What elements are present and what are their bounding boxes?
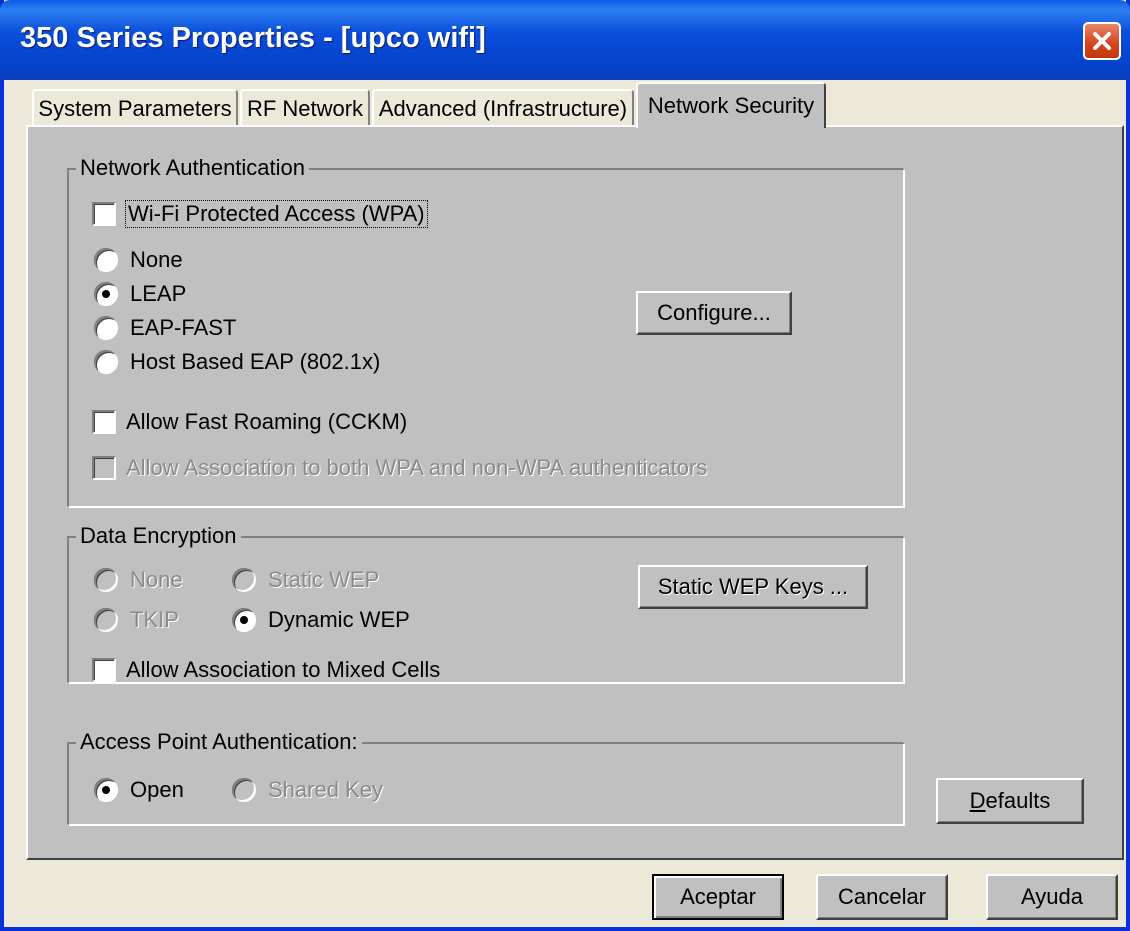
- network-security-panel: Network Authentication Wi-Fi Protected A…: [26, 125, 1124, 860]
- fast-roaming-label: Allow Fast Roaming (CCKM): [126, 409, 408, 434]
- radio-dot[interactable]: [232, 608, 256, 632]
- tab-system-parameters[interactable]: System Parameters: [32, 89, 238, 126]
- tab-strip: System Parameters RF Network Advanced (I…: [4, 80, 1126, 128]
- ap-shared-key-label: Shared Key: [268, 777, 383, 802]
- enc-dynamic-wep-label: Dynamic WEP: [268, 607, 410, 632]
- auth-leap-label: LEAP: [130, 281, 187, 306]
- defaults-mnemonic: D: [969, 788, 986, 813]
- ap-shared-key-radio: Shared Key: [232, 777, 383, 803]
- auth-none-radio[interactable]: None: [94, 247, 183, 273]
- title-bar[interactable]: 350 Series Properties - [upco wifi]: [0, 0, 1130, 80]
- enc-tkip-radio: TKIP: [94, 607, 179, 633]
- auth-host-based-eap-label: Host Based EAP (802.1x): [130, 349, 381, 374]
- checkbox-box[interactable]: [92, 202, 116, 226]
- dialog-button-bar: Aceptar Cancelar Ayuda: [4, 860, 1126, 931]
- auth-host-based-eap-radio[interactable]: Host Based EAP (802.1x): [94, 349, 380, 375]
- ok-button[interactable]: Aceptar: [652, 874, 784, 920]
- network-authentication-group: Network Authentication Wi-Fi Protected A…: [68, 155, 904, 507]
- radio-dot: [94, 608, 118, 632]
- defaults-label: efaults: [985, 788, 1051, 813]
- radio-dot[interactable]: [94, 316, 118, 340]
- cancel-button[interactable]: Cancelar: [816, 874, 948, 920]
- tab-advanced-infrastructure[interactable]: Advanced (Infrastructure): [372, 89, 634, 126]
- wpa-label: Wi-Fi Protected Access (WPA): [125, 200, 428, 228]
- radio-dot: [232, 778, 256, 802]
- defaults-button[interactable]: Defaults: [936, 778, 1084, 824]
- mixed-auth-checkbox: Allow Association to both WPA and non-WP…: [92, 455, 707, 481]
- mixed-auth-label: Allow Association to both WPA and non-WP…: [126, 455, 708, 480]
- data-encryption-legend: Data Encryption: [76, 523, 241, 549]
- configure-button[interactable]: Configure...: [636, 291, 792, 335]
- radio-dot: [232, 568, 256, 592]
- enc-dynamic-wep-radio[interactable]: Dynamic WEP: [232, 607, 410, 633]
- ap-authentication-group: Access Point Authentication: Open Shared…: [68, 729, 904, 825]
- data-encryption-group: Data Encryption None Static WEP TKIP Dyn…: [68, 523, 904, 683]
- wpa-checkbox[interactable]: Wi-Fi Protected Access (WPA): [92, 200, 428, 228]
- enc-tkip-label: TKIP: [130, 607, 179, 632]
- auth-eap-fast-radio[interactable]: EAP-FAST: [94, 315, 236, 341]
- static-wep-keys-button: Static WEP Keys ...: [638, 565, 868, 609]
- close-icon: [1093, 32, 1111, 50]
- ap-authentication-legend: Access Point Authentication:: [76, 729, 362, 755]
- properties-dialog: 350 Series Properties - [upco wifi] Syst…: [0, 0, 1130, 931]
- radio-dot: [94, 568, 118, 592]
- ap-open-radio[interactable]: Open: [94, 777, 184, 803]
- auth-eap-fast-label: EAP-FAST: [130, 315, 237, 340]
- radio-dot[interactable]: [94, 778, 118, 802]
- mixed-cells-checkbox[interactable]: Allow Association to Mixed Cells: [92, 657, 440, 683]
- checkbox-box[interactable]: [92, 658, 116, 682]
- enc-none-radio: None: [94, 567, 183, 593]
- enc-none-label: None: [130, 567, 183, 592]
- tab-network-security[interactable]: Network Security: [636, 82, 826, 128]
- help-button[interactable]: Ayuda: [986, 874, 1118, 920]
- radio-dot[interactable]: [94, 350, 118, 374]
- checkbox-box: [92, 456, 116, 480]
- auth-leap-radio[interactable]: LEAP: [94, 281, 186, 307]
- auth-none-label: None: [130, 247, 183, 272]
- enc-static-wep-label: Static WEP: [268, 567, 380, 592]
- mixed-cells-label: Allow Association to Mixed Cells: [126, 657, 441, 682]
- radio-dot[interactable]: [94, 248, 118, 272]
- tab-rf-network[interactable]: RF Network: [240, 89, 370, 126]
- radio-dot[interactable]: [94, 282, 118, 306]
- network-authentication-legend: Network Authentication: [76, 155, 310, 181]
- close-button[interactable]: [1083, 22, 1121, 60]
- window-title: 350 Series Properties - [upco wifi]: [20, 22, 486, 54]
- ap-open-label: Open: [130, 777, 184, 802]
- fast-roaming-checkbox[interactable]: Allow Fast Roaming (CCKM): [92, 409, 407, 435]
- checkbox-box[interactable]: [92, 410, 116, 434]
- enc-static-wep-radio: Static WEP: [232, 567, 379, 593]
